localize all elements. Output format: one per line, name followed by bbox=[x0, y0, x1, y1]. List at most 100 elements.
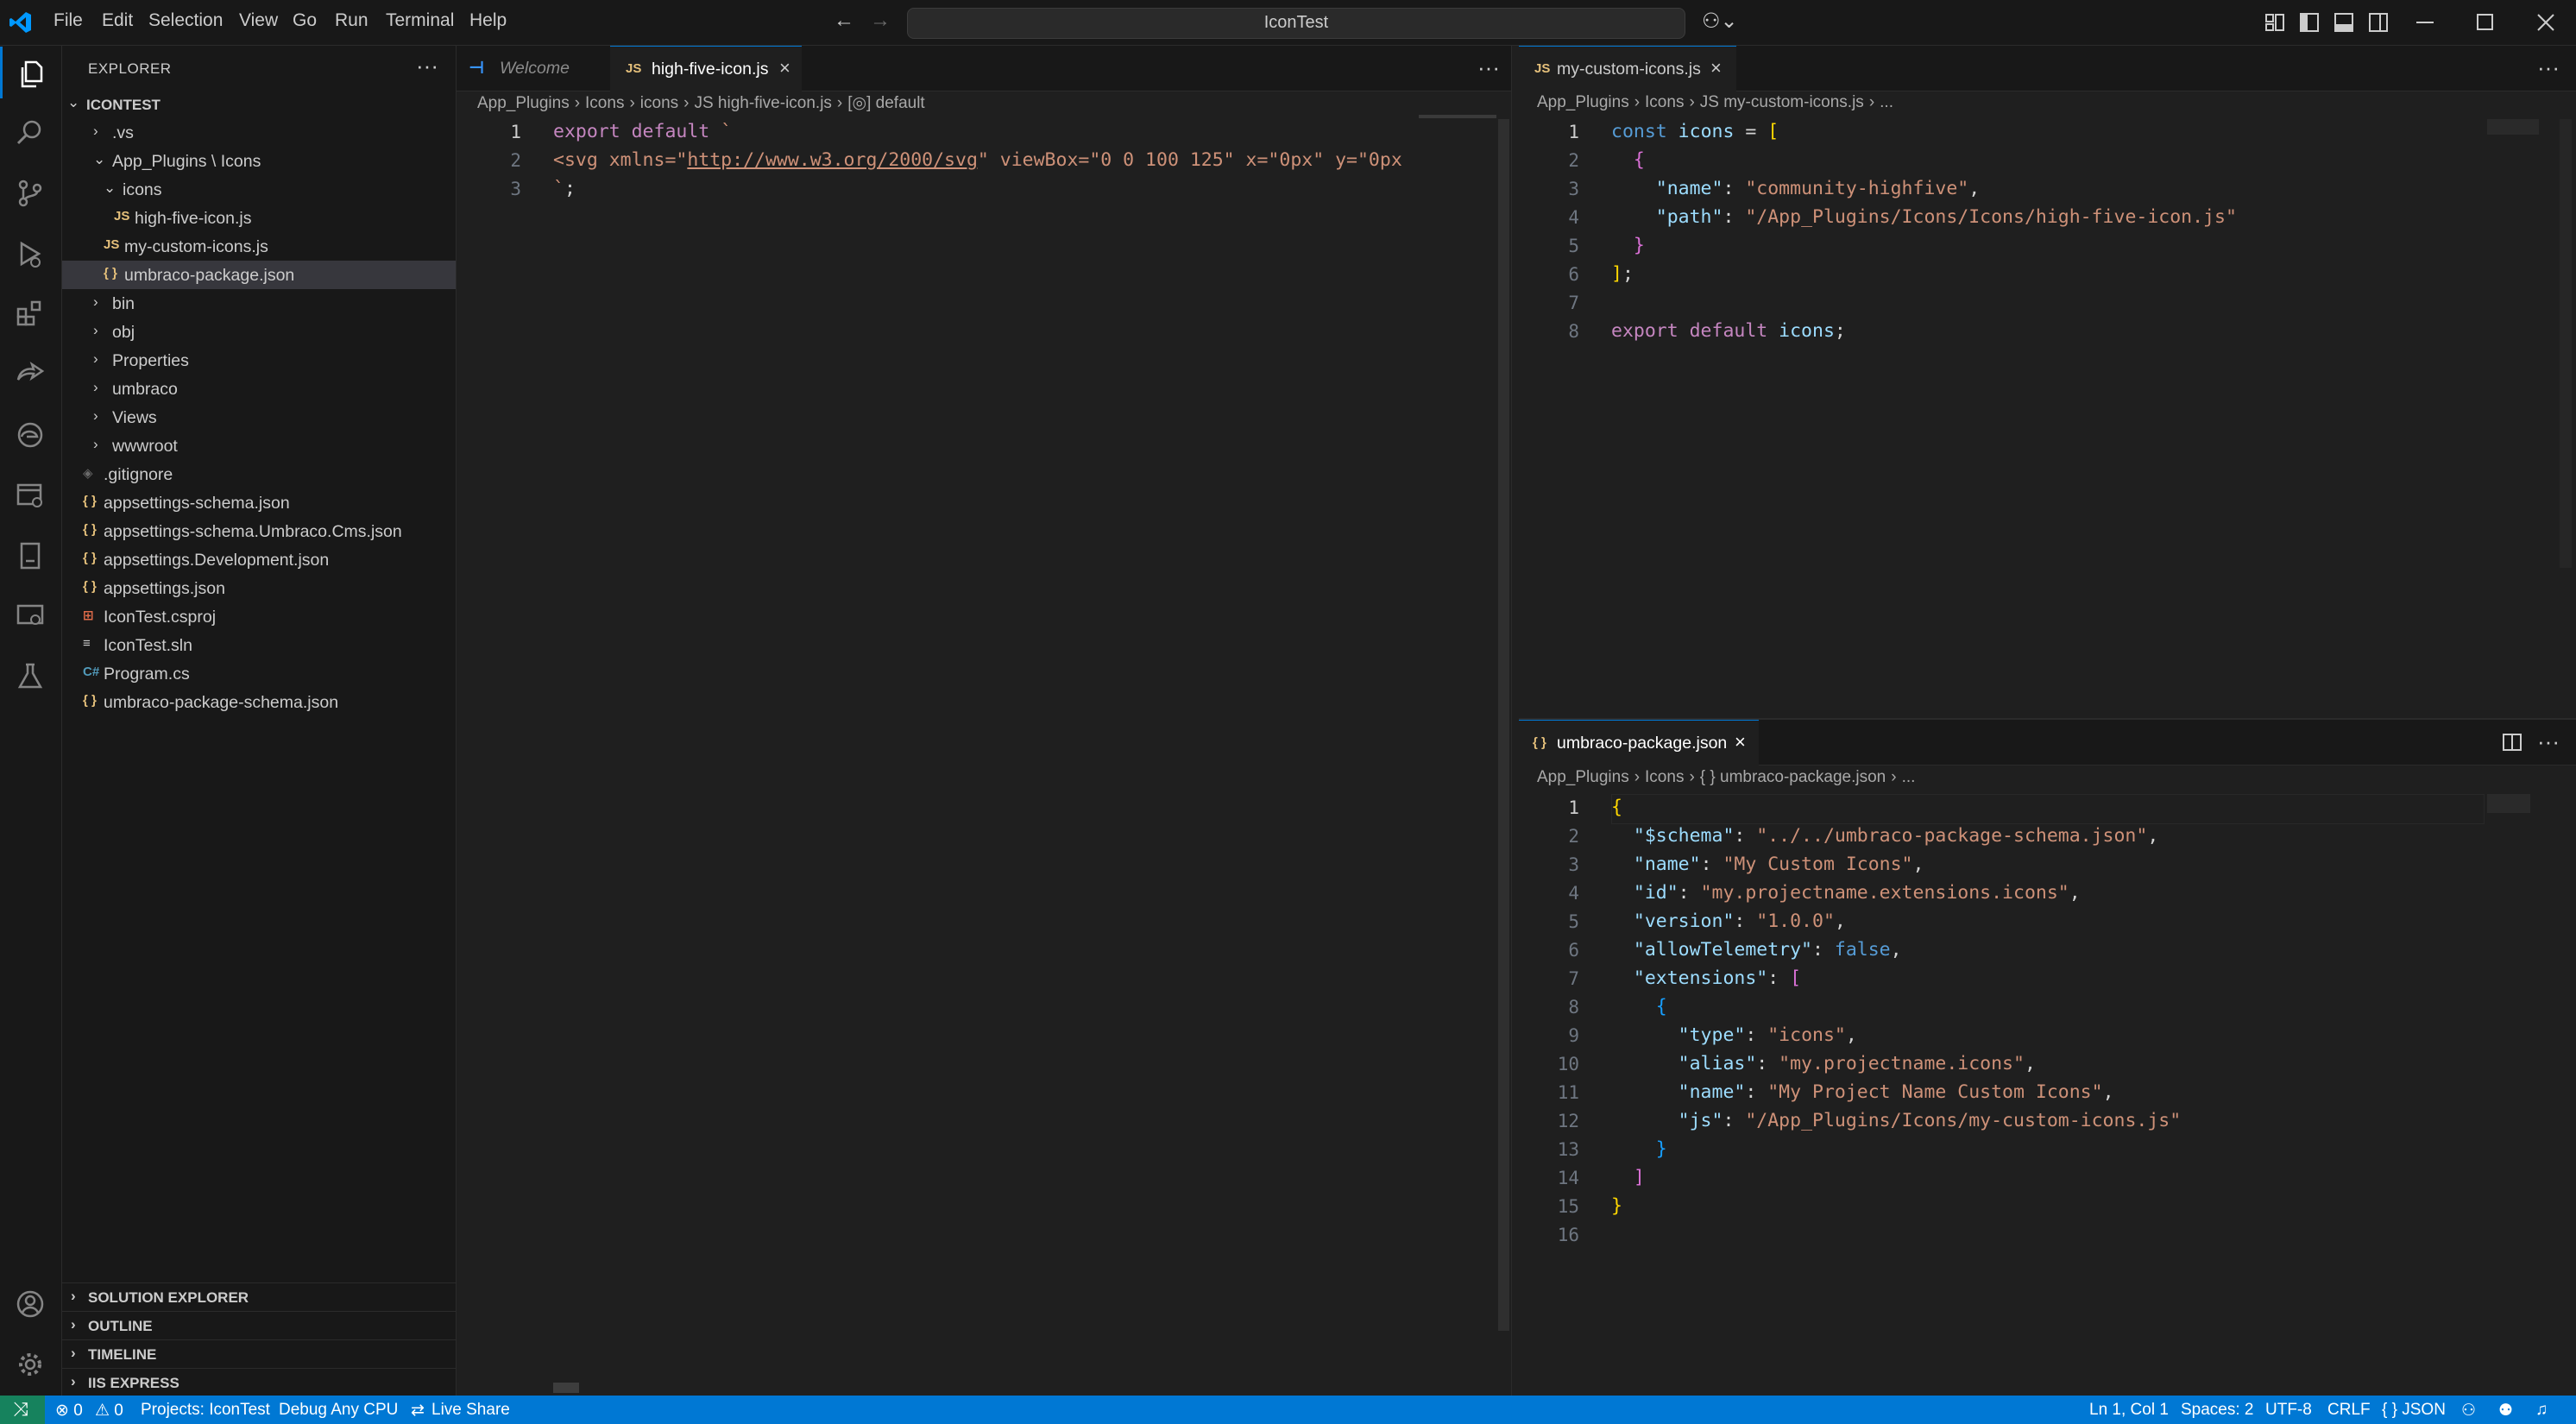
code-line[interactable]: export default icons; bbox=[1611, 320, 1846, 349]
close-window-icon[interactable] bbox=[2537, 14, 2554, 31]
forward-arrow-icon[interactable]: → bbox=[870, 9, 891, 33]
code-line[interactable]: "version": "1.0.0", bbox=[1611, 910, 1846, 939]
minimap[interactable] bbox=[1419, 115, 1496, 118]
menu-edit[interactable]: Edit bbox=[102, 10, 133, 31]
manage-settings-button[interactable] bbox=[0, 1337, 61, 1389]
code-line[interactable]: { bbox=[1611, 996, 1667, 1024]
section-outline[interactable]: › OUTLINE bbox=[62, 1311, 456, 1339]
menu-file[interactable]: File bbox=[54, 10, 83, 31]
toggle-panel-icon[interactable] bbox=[2334, 13, 2353, 32]
toggle-secondary-sidebar-icon[interactable] bbox=[2369, 13, 2388, 32]
breadcrumb-item[interactable]: [◎] default bbox=[847, 94, 924, 112]
vertical-scrollbar[interactable] bbox=[2560, 794, 2572, 1389]
code-line[interactable]: "name": "My Custom Icons", bbox=[1611, 854, 1924, 882]
maximize-icon[interactable] bbox=[2477, 14, 2494, 31]
code-line[interactable]: } bbox=[1611, 235, 1645, 263]
tree-item[interactable]: › Properties bbox=[62, 346, 456, 375]
command-center-search[interactable]: IconTest bbox=[907, 8, 1685, 39]
menu-go[interactable]: Go bbox=[293, 10, 317, 31]
tree-item[interactable]: { } appsettings.Development.json bbox=[62, 545, 456, 574]
eol-status[interactable]: CRLF bbox=[2327, 1401, 2371, 1420]
code-line[interactable]: "$schema": "../../umbraco-package-schema… bbox=[1611, 825, 2158, 854]
tree-item[interactable]: { } appsettings.json bbox=[62, 574, 456, 602]
warnings-count[interactable]: ⚠ 0 bbox=[95, 1401, 123, 1421]
menu-run[interactable]: Run bbox=[335, 10, 368, 31]
notifications-bell-icon[interactable]: ♫ bbox=[2535, 1401, 2548, 1420]
menu-view[interactable]: View bbox=[239, 10, 278, 31]
tree-item[interactable]: ⌄ icons bbox=[62, 175, 456, 204]
tree-item[interactable]: ◈ .gitignore bbox=[62, 460, 456, 488]
breadcrumb-item[interactable]: App_Plugins bbox=[477, 94, 570, 112]
code-line[interactable]: "path": "/App_Plugins/Icons/Icons/high-f… bbox=[1611, 206, 2237, 235]
editor-more-actions-icon[interactable]: ··· bbox=[2537, 54, 2560, 81]
source-control-view-button[interactable] bbox=[0, 166, 61, 217]
tab-welcome[interactable]: ⊣ Welcome bbox=[457, 46, 610, 91]
indentation-status[interactable]: Spaces: 2 bbox=[2181, 1401, 2254, 1420]
code-line[interactable]: { bbox=[1611, 149, 1645, 178]
code-line[interactable]: } bbox=[1611, 1195, 1622, 1224]
breadcrumb-item[interactable]: Icons bbox=[1645, 768, 1684, 786]
tree-item[interactable]: ⊞ IconTest.csproj bbox=[62, 602, 456, 631]
tab-my-custom-icons[interactable]: JS my-custom-icons.js × bbox=[1519, 46, 1736, 91]
copilot-status-icon[interactable]: ⚇ bbox=[2461, 1401, 2476, 1421]
minimap[interactable] bbox=[2487, 794, 2530, 813]
close-tab-icon[interactable]: × bbox=[1710, 57, 1722, 79]
breadcrumb-item[interactable]: { } umbraco-package.json bbox=[1700, 768, 1886, 786]
explorer-view-button[interactable] bbox=[0, 47, 64, 98]
code-line[interactable]: "extensions": [ bbox=[1611, 967, 1801, 996]
tab-high-five-icon[interactable]: JS high-five-icon.js × bbox=[610, 46, 802, 91]
tree-item[interactable]: › bin bbox=[62, 289, 456, 318]
tree-root-icontest[interactable]: ⌄ ICONTEST bbox=[62, 90, 456, 118]
editor-group-sash[interactable] bbox=[1511, 46, 1519, 1396]
breadcrumb-item[interactable]: Icons bbox=[585, 94, 624, 112]
code-line[interactable]: "name": "My Project Name Custom Icons", bbox=[1611, 1081, 2114, 1110]
breadcrumb-item[interactable]: App_Plugins bbox=[1537, 768, 1629, 786]
database-view-button[interactable] bbox=[0, 468, 61, 520]
breadcrumb-item[interactable]: Icons bbox=[1645, 93, 1684, 111]
extensions-view-button[interactable] bbox=[0, 287, 61, 338]
code-line[interactable]: ] bbox=[1611, 1167, 1645, 1195]
customize-layout-icon[interactable] bbox=[2265, 14, 2284, 31]
breadcrumb-item[interactable]: ... bbox=[1880, 93, 1893, 111]
remote-explorer-view-button[interactable] bbox=[0, 347, 61, 399]
tree-item[interactable]: { } appsettings-schema.Umbraco.Cms.json bbox=[62, 517, 456, 545]
accounts-status-icon[interactable]: ⚉ bbox=[2498, 1401, 2513, 1421]
section-iis-express[interactable]: › IIS EXPRESS bbox=[62, 1368, 456, 1396]
tree-item[interactable]: ≡ IconTest.sln bbox=[62, 631, 456, 659]
tree-item[interactable]: { } appsettings-schema.json bbox=[62, 488, 456, 517]
minimap[interactable] bbox=[2487, 119, 2539, 135]
breadcrumb-item[interactable]: JS high-five-icon.js bbox=[694, 94, 831, 112]
encoding-status[interactable]: UTF-8 bbox=[2265, 1401, 2312, 1420]
code-line[interactable]: } bbox=[1611, 1138, 1667, 1167]
tab-umbraco-package[interactable]: { } umbraco-package.json × bbox=[1519, 720, 1759, 766]
section-solution-explorer[interactable]: › SOLUTION EXPLORER bbox=[62, 1282, 456, 1311]
edge-devtools-view-button[interactable] bbox=[0, 407, 61, 459]
errors-count[interactable]: ⊗ 0 bbox=[55, 1401, 83, 1421]
menu-help[interactable]: Help bbox=[469, 10, 507, 31]
vertical-scrollbar[interactable] bbox=[2560, 119, 2572, 568]
accounts-button[interactable] bbox=[0, 1276, 61, 1328]
tree-item[interactable]: ⌄ App_Plugins \ Icons bbox=[62, 147, 456, 175]
testing-view-button[interactable] bbox=[0, 649, 61, 701]
tree-item[interactable]: › umbraco bbox=[62, 375, 456, 403]
code-line[interactable]: "type": "icons", bbox=[1611, 1024, 1857, 1053]
code-line[interactable]: ]; bbox=[1611, 263, 1634, 292]
run-debug-view-button[interactable] bbox=[0, 226, 61, 278]
breadcrumb-item[interactable]: JS my-custom-icons.js bbox=[1700, 93, 1864, 111]
horizontal-scrollbar[interactable] bbox=[553, 1383, 579, 1393]
tree-item[interactable]: JS my-custom-icons.js bbox=[62, 232, 456, 261]
search-view-button[interactable] bbox=[0, 105, 61, 157]
build-config-status[interactable]: Debug Any CPU bbox=[279, 1401, 398, 1420]
code-line[interactable]: "js": "/App_Plugins/Icons/my-custom-icon… bbox=[1611, 1110, 2182, 1138]
code-line[interactable]: const icons = [ bbox=[1611, 121, 1779, 149]
code-line[interactable]: export default ` bbox=[553, 121, 1416, 149]
tree-item[interactable]: JS high-five-icon.js bbox=[62, 204, 456, 232]
tree-item[interactable]: › obj bbox=[62, 318, 456, 346]
containers-view-button[interactable] bbox=[0, 589, 61, 640]
tree-item[interactable]: › Views bbox=[62, 403, 456, 432]
language-mode[interactable]: { } JSON bbox=[2382, 1401, 2446, 1420]
code-line[interactable]: "name": "community-highfive", bbox=[1611, 178, 1980, 206]
tree-item[interactable]: › .vs bbox=[62, 118, 456, 147]
toggle-primary-sidebar-icon[interactable] bbox=[2300, 13, 2319, 32]
close-tab-icon[interactable]: × bbox=[1735, 731, 1746, 753]
